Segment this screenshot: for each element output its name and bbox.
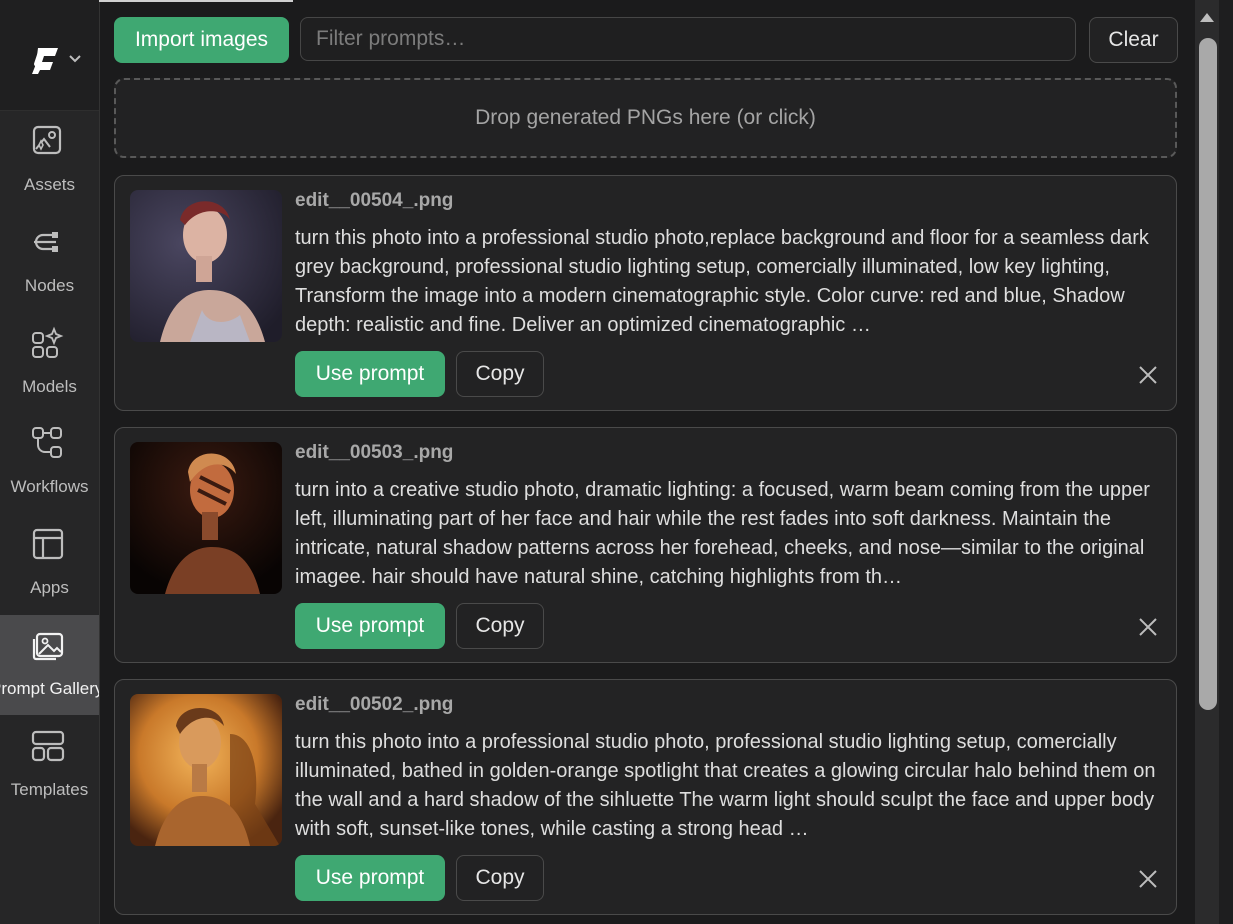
window-edge xyxy=(1219,0,1233,924)
templates-icon xyxy=(31,730,65,762)
clear-button[interactable]: Clear xyxy=(1089,17,1178,63)
card-prompt-text: turn this photo into a professional stud… xyxy=(295,731,1156,840)
sidebar-item-label: Nodes xyxy=(24,276,75,295)
sidebar-item-prompt-gallery[interactable]: Prompt Gallery xyxy=(0,615,99,715)
close-icon[interactable] xyxy=(1136,867,1160,891)
chevron-down-icon xyxy=(69,55,81,63)
sidebar-item-apps[interactable]: Apps xyxy=(0,514,99,614)
gallery-icon xyxy=(32,632,64,661)
sidebar-item-assets[interactable]: Assets xyxy=(0,111,99,211)
card-filename: edit__00502_.png xyxy=(295,694,454,715)
sidebar-item-label: Templates xyxy=(10,780,89,799)
nodes-icon xyxy=(34,232,58,252)
card-thumbnail xyxy=(130,694,282,846)
use-prompt-button[interactable]: Use prompt xyxy=(295,351,445,397)
top-divider xyxy=(99,0,293,2)
sidebar-item-models[interactable]: Models xyxy=(0,313,99,413)
copy-button[interactable]: Copy xyxy=(456,855,544,901)
prompt-card: edit__00504_.png turn this photo into a … xyxy=(114,175,1177,411)
prompt-card: edit__00503_.png turn into a creative st… xyxy=(114,427,1177,663)
comfy-logo-icon xyxy=(32,48,58,74)
sidebar-item-label: Apps xyxy=(30,578,69,597)
sidebar-item-workflows[interactable]: Workflows xyxy=(0,413,99,513)
import-images-button[interactable]: Import images xyxy=(114,17,289,63)
use-prompt-button[interactable]: Use prompt xyxy=(295,855,445,901)
copy-button[interactable]: Copy xyxy=(456,603,544,649)
assets-icon xyxy=(32,125,62,155)
card-prompt-text: turn into a creative studio photo, drama… xyxy=(295,479,1150,588)
models-icon xyxy=(32,326,64,358)
sidebar-item-nodes[interactable]: Nodes xyxy=(0,212,99,312)
sidebar: Assets Nodes Models Workflows Apps rompt… xyxy=(0,0,100,924)
workflows-icon xyxy=(32,427,62,458)
close-icon[interactable] xyxy=(1136,615,1160,639)
sidebar-item-templates[interactable]: Templates xyxy=(0,716,99,816)
sidebar-item-label: Workflows xyxy=(10,477,89,496)
card-filename: edit__00503_.png xyxy=(295,442,454,463)
use-prompt-button[interactable]: Use prompt xyxy=(295,603,445,649)
scroll-up-arrow-icon[interactable] xyxy=(1198,10,1216,24)
card-filename: edit__00504_.png xyxy=(295,190,454,211)
apps-icon xyxy=(32,528,64,560)
card-thumbnail xyxy=(130,190,282,342)
drop-zone[interactable]: Drop generated PNGs here (or click) xyxy=(114,78,1177,158)
scrollbar-thumb[interactable] xyxy=(1199,38,1217,710)
sidebar-item-label: Models xyxy=(22,377,77,396)
sidebar-item-label: Prompt Gallery xyxy=(0,679,99,698)
sidebar-item-label: Assets xyxy=(23,175,76,194)
close-icon[interactable] xyxy=(1136,363,1160,387)
copy-button[interactable]: Copy xyxy=(456,351,544,397)
logo-menu[interactable] xyxy=(0,0,99,111)
card-prompt-text: turn this photo into a professional stud… xyxy=(295,227,1149,336)
prompt-card: edit__00502_.png turn this photo into a … xyxy=(114,679,1177,915)
filter-prompts-input[interactable] xyxy=(300,17,1076,61)
card-thumbnail xyxy=(130,442,282,594)
